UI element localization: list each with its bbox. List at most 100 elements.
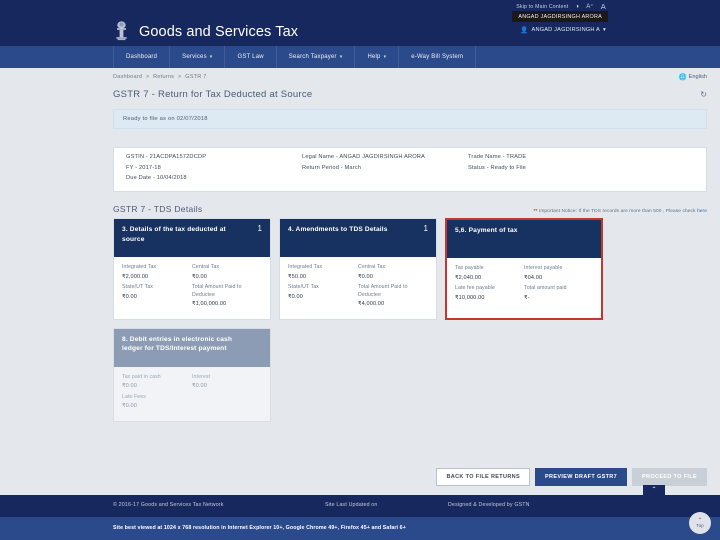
nav-items: Dashboard Services ▾ GST Law Search Taxp… [113,46,477,68]
card-column-left: Integrated Tax ₹50.00 State/UT Tax ₹0.00 [288,264,358,310]
contrast-icon[interactable]: ◑ [575,4,579,10]
breadcrumb-item-dashboard[interactable]: Dashboard [113,74,142,80]
field-label: Total amount paid [524,285,567,292]
field-value: ₹0.00 [358,273,373,280]
card-title: 5,6. Payment of tax [455,227,518,234]
scroll-to-top-button[interactable]: ⌃ Top [689,512,711,534]
card-tax-deducted-at-source[interactable]: 3. Details of the tax deducted at source… [113,218,271,320]
footer-last-updated: Site Last Updated on [325,502,378,508]
chevron-down-icon: ▾ [339,54,343,60]
card-header: 5,6. Payment of tax [447,220,601,258]
nav-item-services[interactable]: Services ▾ [170,46,226,68]
nav-label: Search Taxpayer [288,54,337,60]
breadcrumb-item-returns[interactable]: Returns [153,74,174,80]
card-column-right: Interest ₹0.00 [192,374,262,412]
preview-draft-gstr7-button[interactable]: PREVIEW DRAFT GSTR7 [534,468,628,486]
nav-label: e-Way Bill System [411,54,464,60]
india-emblem-icon [113,20,130,43]
chevron-down-icon: ▾ [383,54,387,60]
page-content: Dashboard > Returns > GSTR 7 🌐 English G… [100,68,720,495]
section-title: GSTR 7 - TDS Details [113,204,203,214]
user-account-menu[interactable]: 👤 ANGAD JAGDIRSINGH A ▾ [520,26,606,34]
user-icon: 👤 [520,27,529,34]
card-debit-entries-cash-ledger[interactable]: 8. Debit entries in electronic cash ledg… [113,327,271,422]
footer-links: © 2016-17 Goods and Services Tax Network… [113,502,633,508]
refresh-icon[interactable]: ↻ [700,90,707,99]
field-value: ₹1,00,000.00 [192,301,227,308]
card-payment-of-tax[interactable]: 5,6. Payment of tax Tax payable ₹2,040.0… [445,218,603,320]
nav-item-eway-bill-system[interactable]: e-Way Bill System [399,46,477,68]
nav-item-search-taxpayer[interactable]: Search Taxpayer ▾ [277,46,356,68]
section-header: GSTR 7 - TDS Details ** Important Notice… [113,204,707,214]
field-value: ₹- [524,294,530,301]
card-amendments-to-tds-details[interactable]: 4. Amendments to TDS Details 1 Integrate… [279,218,437,320]
field-value: ₹0.00 [192,383,207,390]
nav-label: GST Law [237,54,264,60]
field-label: Central Tax [358,264,386,270]
brand-header: Goods and Services Tax 👤 ANGAD JAGDIRSIN… [0,18,720,46]
due-date-value: Due Date - 10/04/2018 [126,175,187,181]
card-record-count: 1 [423,224,428,233]
field-label: Integrated Tax [122,264,157,270]
font-increase-icon[interactable]: A⁺ [586,3,594,10]
field-value: ₹10,000.00 [455,294,485,301]
field-value: ₹50.00 [288,273,307,280]
nav-item-help[interactable]: Help ▾ [355,46,400,68]
brand-logo-group[interactable]: Goods and Services Tax [113,20,298,43]
field-label: Total Amount Paid to Deductee [358,284,408,298]
field-label: Integrated Tax [288,264,323,270]
card-column-right: Central Tax ₹0.00 Total Amount Paid to D… [358,264,428,310]
font-decrease-icon[interactable]: A [601,2,606,11]
card-body: Tax paid in cash ₹0.00 Late Fees ₹0.00 I… [114,366,270,421]
breadcrumb-separator: > [177,74,182,80]
action-buttons: BACK TO FILE RETURNS PREVIEW DRAFT GSTR7… [436,468,707,486]
taxpayer-info-column-3: Trade Name - TRADE Status - Ready to Fil… [456,148,616,191]
field-label: State/UT Tax [288,284,319,291]
scroll-top-label: Top [696,522,704,528]
field-label: Interest payable [524,265,563,271]
nav-label: Dashboard [126,54,158,60]
card-title: 8. Debit entries in electronic cash ledg… [122,335,233,353]
field-value: ₹04.00 [524,274,543,281]
page-title: GSTR 7 - Return for Tax Deducted at Sour… [113,89,313,100]
field-label: Central Tax [192,264,220,270]
card-title: 4. Amendments to TDS Details [288,226,388,233]
user-tooltip: ANGAD JAGDIRSINGH ARORA [512,11,608,22]
notice-here-link[interactable]: here [697,209,707,214]
card-record-count: 1 [257,224,262,233]
footer-compatibility-text: Site best viewed at 1024 x 768 resolutio… [113,525,406,531]
breadcrumb: Dashboard > Returns > GSTR 7 [113,74,207,80]
footer-primary: © 2016-17 Goods and Services Tax Network… [0,495,720,517]
field-value: ₹0.00 [192,273,207,280]
chevron-down-icon: ▾ [209,54,213,60]
utility-links: Skip to Main Content ◑ A⁺ A [516,2,606,11]
main-navigation: Dashboard Services ▾ GST Law Search Taxp… [0,46,720,68]
field-label: Tax paid in cash [122,373,161,380]
chevron-down-icon: ▾ [602,27,606,33]
breadcrumb-item-gstr7: GSTR 7 [185,74,207,80]
financial-year-value: FY - 2017-18 [126,164,161,171]
important-notice: ** Important Notice: If the TDS records … [534,209,707,214]
footer-secondary: Site best viewed at 1024 x 768 resolutio… [0,517,720,540]
language-selector[interactable]: 🌐 English [679,73,707,81]
card-header: 8. Debit entries in electronic cash ledg… [114,328,270,367]
card-title: 3. Details of the tax deducted at source [122,226,226,243]
card-column-right: Central Tax ₹0.00 Total Amount Paid to D… [192,264,262,310]
field-value: ₹0.00 [288,293,303,300]
field-label: Interest [192,373,211,380]
nav-item-dashboard[interactable]: Dashboard [113,46,171,68]
field-label: Tax payable [455,265,484,271]
taxpayer-info-panel: GSTIN - 21ACDPA1572DCDP FY - 2017-18 Due… [113,147,707,192]
skip-to-main-content-link[interactable]: Skip to Main Content [516,4,568,10]
card-column-right: Interest payable ₹04.00 Total amount pai… [524,265,593,303]
taxpayer-info-column-2: Legal Name - ANGAD JAGDIRSINGH ARORA Ret… [290,148,456,191]
ready-status-banner: Ready to file as on 02/07/2018 [113,109,707,129]
card-body: Tax payable ₹2,040.00 Late fee payable ₹… [447,258,601,312]
legal-name-value: Legal Name - ANGAD JAGDIRSINGH ARORA [302,154,425,160]
footer-copyright: © 2016-17 Goods and Services Tax Network [113,502,224,508]
back-to-file-returns-button[interactable]: BACK TO FILE RETURNS [436,468,530,486]
app-screenshot: Skip to Main Content ◑ A⁺ A ANGAD JAGDIR… [0,0,720,540]
nav-item-gst-law[interactable]: GST Law [225,46,277,68]
gstin-value: GSTIN - 21ACDPA1572DCDP [126,154,207,160]
taxpayer-info-column-1: GSTIN - 21ACDPA1572DCDP FY - 2017-18 Due… [114,148,290,191]
